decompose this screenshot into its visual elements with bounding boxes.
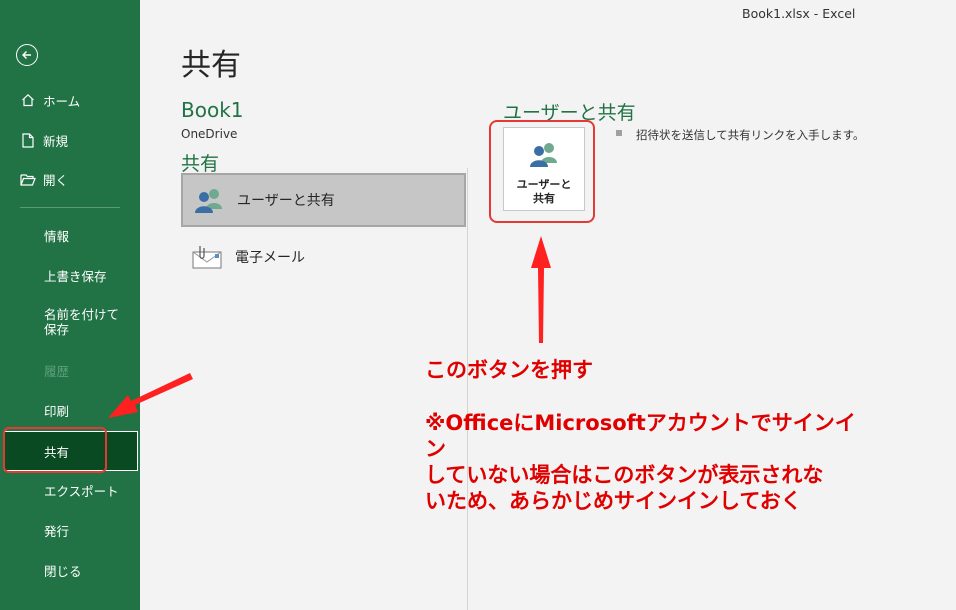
annotation-arrows [108, 236, 551, 418]
arrow-up-icon [531, 236, 551, 343]
arrow-left-icon [108, 373, 193, 418]
